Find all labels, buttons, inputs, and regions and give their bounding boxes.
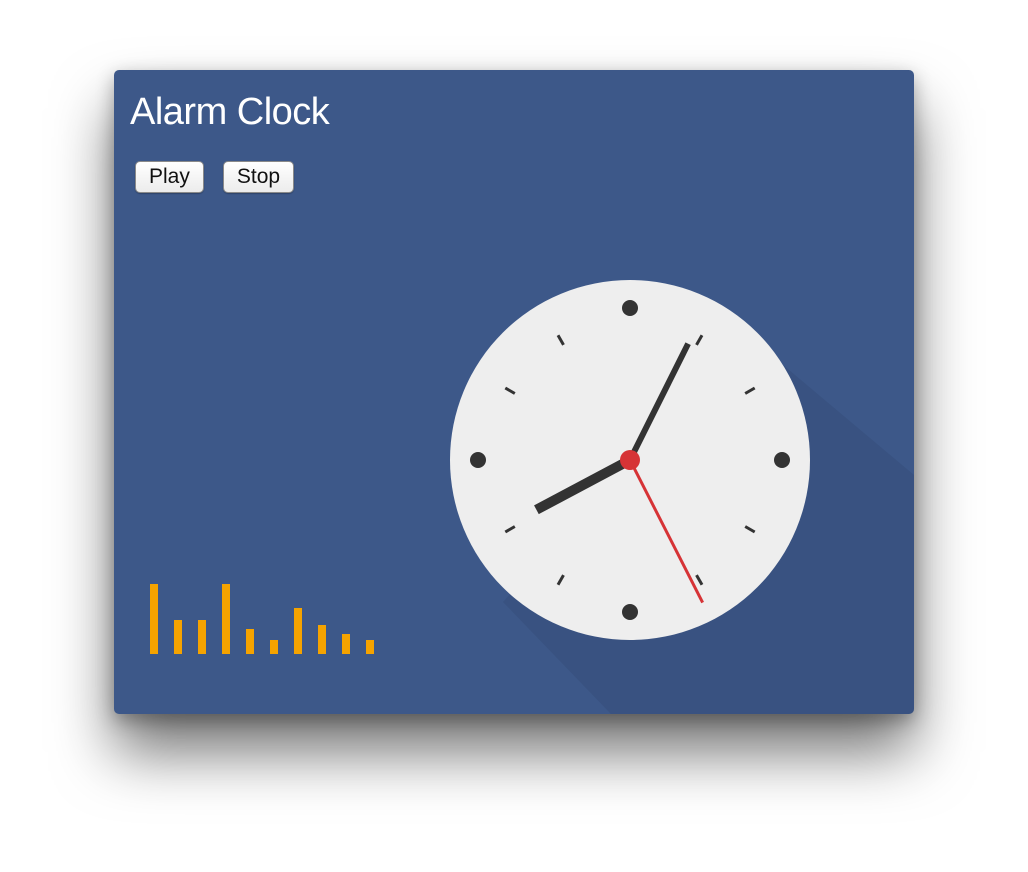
alarm-clock-window: Alarm Clock Play Stop [114, 70, 914, 714]
hour-marker-dot [470, 452, 486, 468]
clock-center-hub [620, 450, 640, 470]
analog-clock [450, 280, 914, 714]
hour-marker-dot [622, 604, 638, 620]
hour-marker-dot [622, 300, 638, 316]
hour-marker-dot [774, 452, 790, 468]
